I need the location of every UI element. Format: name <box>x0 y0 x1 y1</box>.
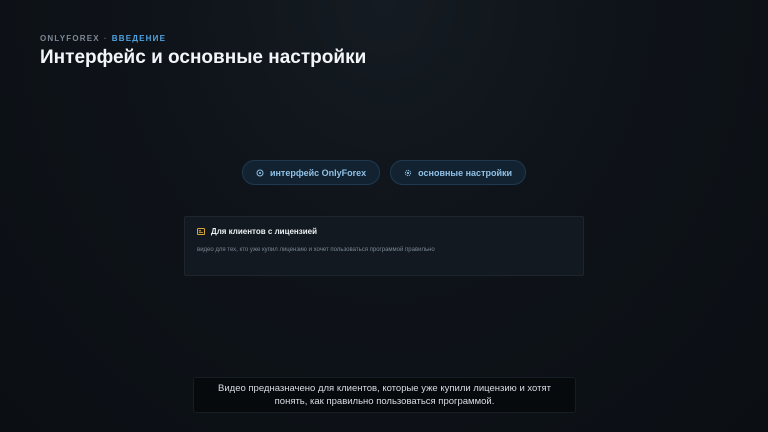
license-card-header: Для клиентов с лицензией <box>197 227 571 236</box>
video-subtitle: Видео предназначено для клиентов, которы… <box>193 377 576 413</box>
tab-settings-label: основные настройки <box>418 167 513 178</box>
tab-interface[interactable]: интерфейс OnlyForex <box>241 160 381 185</box>
license-card-title: Для клиентов с лицензией <box>211 227 318 236</box>
breadcrumb-brand[interactable]: ONLYFOREX <box>40 34 100 43</box>
gear-icon <box>404 169 412 177</box>
subtitle-line-1: Видео предназначено для клиентов, которы… <box>218 383 551 394</box>
breadcrumb-separator: · <box>103 34 108 43</box>
tab-settings[interactable]: основные настройки <box>390 160 527 185</box>
license-card: Для клиентов с лицензией видео для тех, … <box>184 216 584 276</box>
page-title: Интерфейс и основные настройки <box>40 47 367 68</box>
tab-interface-label: интерфейс OnlyForex <box>269 167 367 178</box>
subtitle-line-2: понять, как правильно пользоваться прогр… <box>274 396 495 407</box>
topic-tabs: интерфейс OnlyForex основные настройки <box>0 160 768 185</box>
breadcrumb-section[interactable]: ВВЕДЕНИЕ <box>112 34 166 43</box>
license-card-icon <box>197 228 205 235</box>
breadcrumb: ONLYFOREX · ВВЕДЕНИЕ <box>40 34 166 43</box>
license-card-description: видео для тех, кто уже купил лицензию и … <box>197 247 435 253</box>
circle-icon <box>256 169 264 177</box>
